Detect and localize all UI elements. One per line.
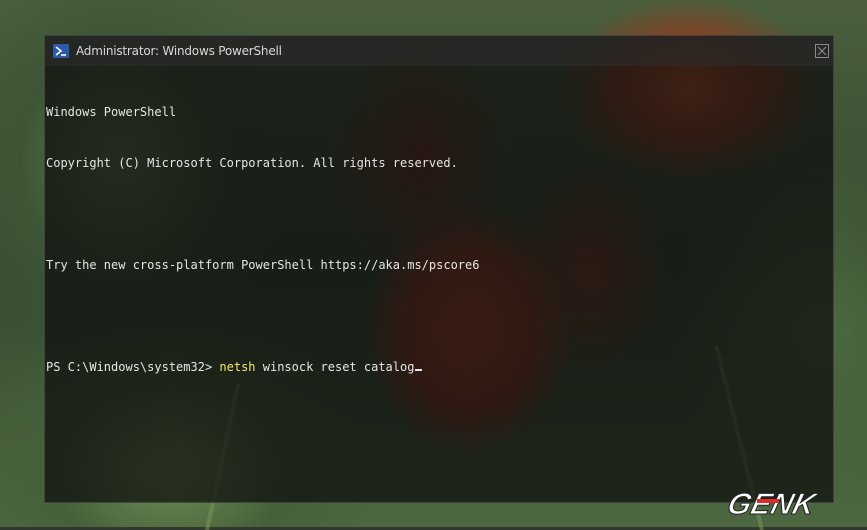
- window-title: Administrator: Windows PowerShell: [76, 44, 282, 58]
- genk-logo: GENK: [719, 485, 859, 521]
- text-cursor: [415, 369, 423, 371]
- command-name: netsh: [219, 360, 256, 374]
- powershell-icon: [53, 44, 69, 58]
- console-line: Try the new cross-platform PowerShell ht…: [46, 258, 480, 272]
- command-arguments: winsock reset catalog: [255, 360, 415, 374]
- command-line[interactable]: PS C:\Windows\system32> netsh winsock re…: [46, 359, 823, 376]
- prompt: PS C:\Windows\system32>: [46, 360, 220, 374]
- close-icon: [817, 46, 827, 56]
- powershell-window[interactable]: Administrator: Windows PowerShell Window…: [44, 35, 834, 503]
- console-output[interactable]: Windows PowerShell Copyright (C) Microso…: [46, 70, 823, 410]
- console-line: Copyright (C) Microsoft Corporation. All…: [46, 156, 458, 170]
- console-line: Windows PowerShell: [46, 105, 177, 119]
- title-bar[interactable]: Administrator: Windows PowerShell: [45, 36, 833, 66]
- close-button[interactable]: [815, 44, 829, 58]
- svg-text:GENK: GENK: [724, 487, 821, 520]
